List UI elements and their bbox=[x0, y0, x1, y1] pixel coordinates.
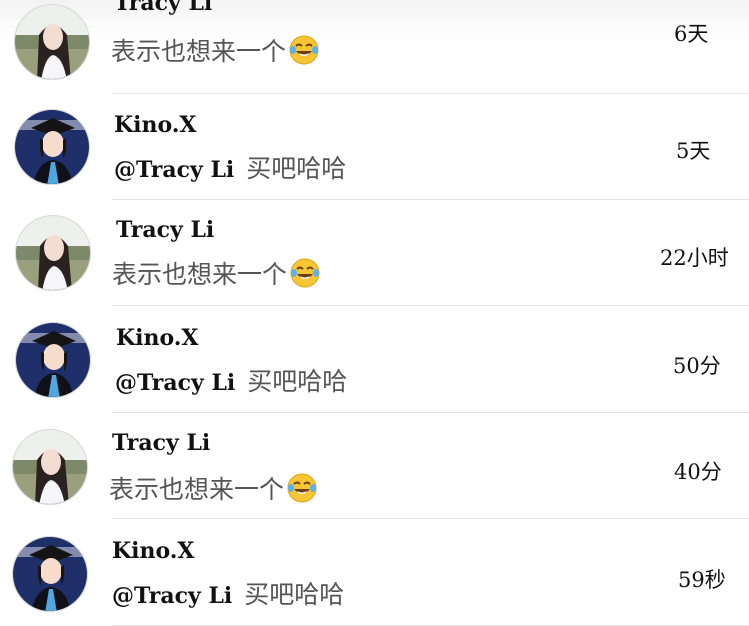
comment-time: 22小时 bbox=[660, 246, 729, 270]
mention-link[interactable]: @Tracy Li bbox=[114, 157, 234, 183]
comment-text: 表示也想来一个 bbox=[109, 470, 318, 506]
commenter-name[interactable]: Tracy Li bbox=[114, 0, 212, 16]
comment-time: 50分 bbox=[673, 354, 721, 378]
avatar[interactable] bbox=[12, 429, 88, 505]
commenter-name[interactable]: Tracy Li bbox=[112, 430, 210, 456]
mention-link[interactable]: @Tracy Li bbox=[115, 370, 235, 396]
comment-row[interactable]: Kino.X @Tracy Li 买吧哈哈 50分 bbox=[0, 307, 749, 413]
row-divider bbox=[112, 518, 749, 519]
comment-text: 表示也想来一个 bbox=[112, 255, 321, 291]
comment-text: @Tracy Li 买吧哈哈 bbox=[114, 149, 346, 185]
comment-time: 59秒 bbox=[678, 568, 726, 592]
comment-row[interactable]: Tracy Li 表示也想来一个 22小时 bbox=[0, 200, 749, 306]
comment-text: @Tracy Li 买吧哈哈 bbox=[112, 575, 344, 611]
comment-time: 6天 bbox=[674, 22, 709, 46]
tears-of-joy-emoji-icon bbox=[286, 472, 318, 504]
avatar[interactable] bbox=[14, 4, 90, 80]
mention-link[interactable]: @Tracy Li bbox=[112, 583, 232, 609]
tears-of-joy-emoji-icon bbox=[289, 257, 321, 289]
comment-row[interactable]: Kino.X @Tracy Li 买吧哈哈 59秒 bbox=[0, 520, 749, 626]
row-divider bbox=[112, 305, 749, 306]
commenter-name[interactable]: Kino.X bbox=[112, 538, 195, 564]
comment-row[interactable]: Kino.X @Tracy Li 买吧哈哈 5天 bbox=[0, 94, 749, 200]
comment-body: 买吧哈哈 bbox=[244, 580, 345, 609]
commenter-name[interactable]: Kino.X bbox=[116, 325, 199, 351]
commenter-name[interactable]: Tracy Li bbox=[116, 217, 214, 243]
comment-body: 买吧哈哈 bbox=[247, 367, 348, 396]
comment-row[interactable]: Tracy Li 表示也想来一个 40分 bbox=[0, 413, 749, 519]
comment-text: @Tracy Li 买吧哈哈 bbox=[115, 362, 347, 398]
comment-body: 表示也想来一个 bbox=[112, 260, 288, 289]
comment-body: 表示也想来一个 bbox=[111, 37, 287, 66]
commenter-name[interactable]: Kino.X bbox=[114, 112, 197, 138]
avatar[interactable] bbox=[14, 109, 90, 185]
tears-of-joy-emoji-icon bbox=[288, 34, 320, 66]
avatar[interactable] bbox=[15, 215, 91, 291]
comment-body: 买吧哈哈 bbox=[246, 154, 347, 183]
comment-body: 表示也想来一个 bbox=[109, 475, 285, 504]
avatar[interactable] bbox=[15, 322, 91, 398]
comment-text: 表示也想来一个 bbox=[111, 32, 320, 68]
comment-time: 5天 bbox=[676, 139, 711, 163]
comment-time: 40分 bbox=[674, 460, 722, 484]
avatar[interactable] bbox=[12, 536, 88, 612]
comment-row[interactable]: Tracy Li 表示也想来一个 6天 bbox=[0, 0, 749, 94]
